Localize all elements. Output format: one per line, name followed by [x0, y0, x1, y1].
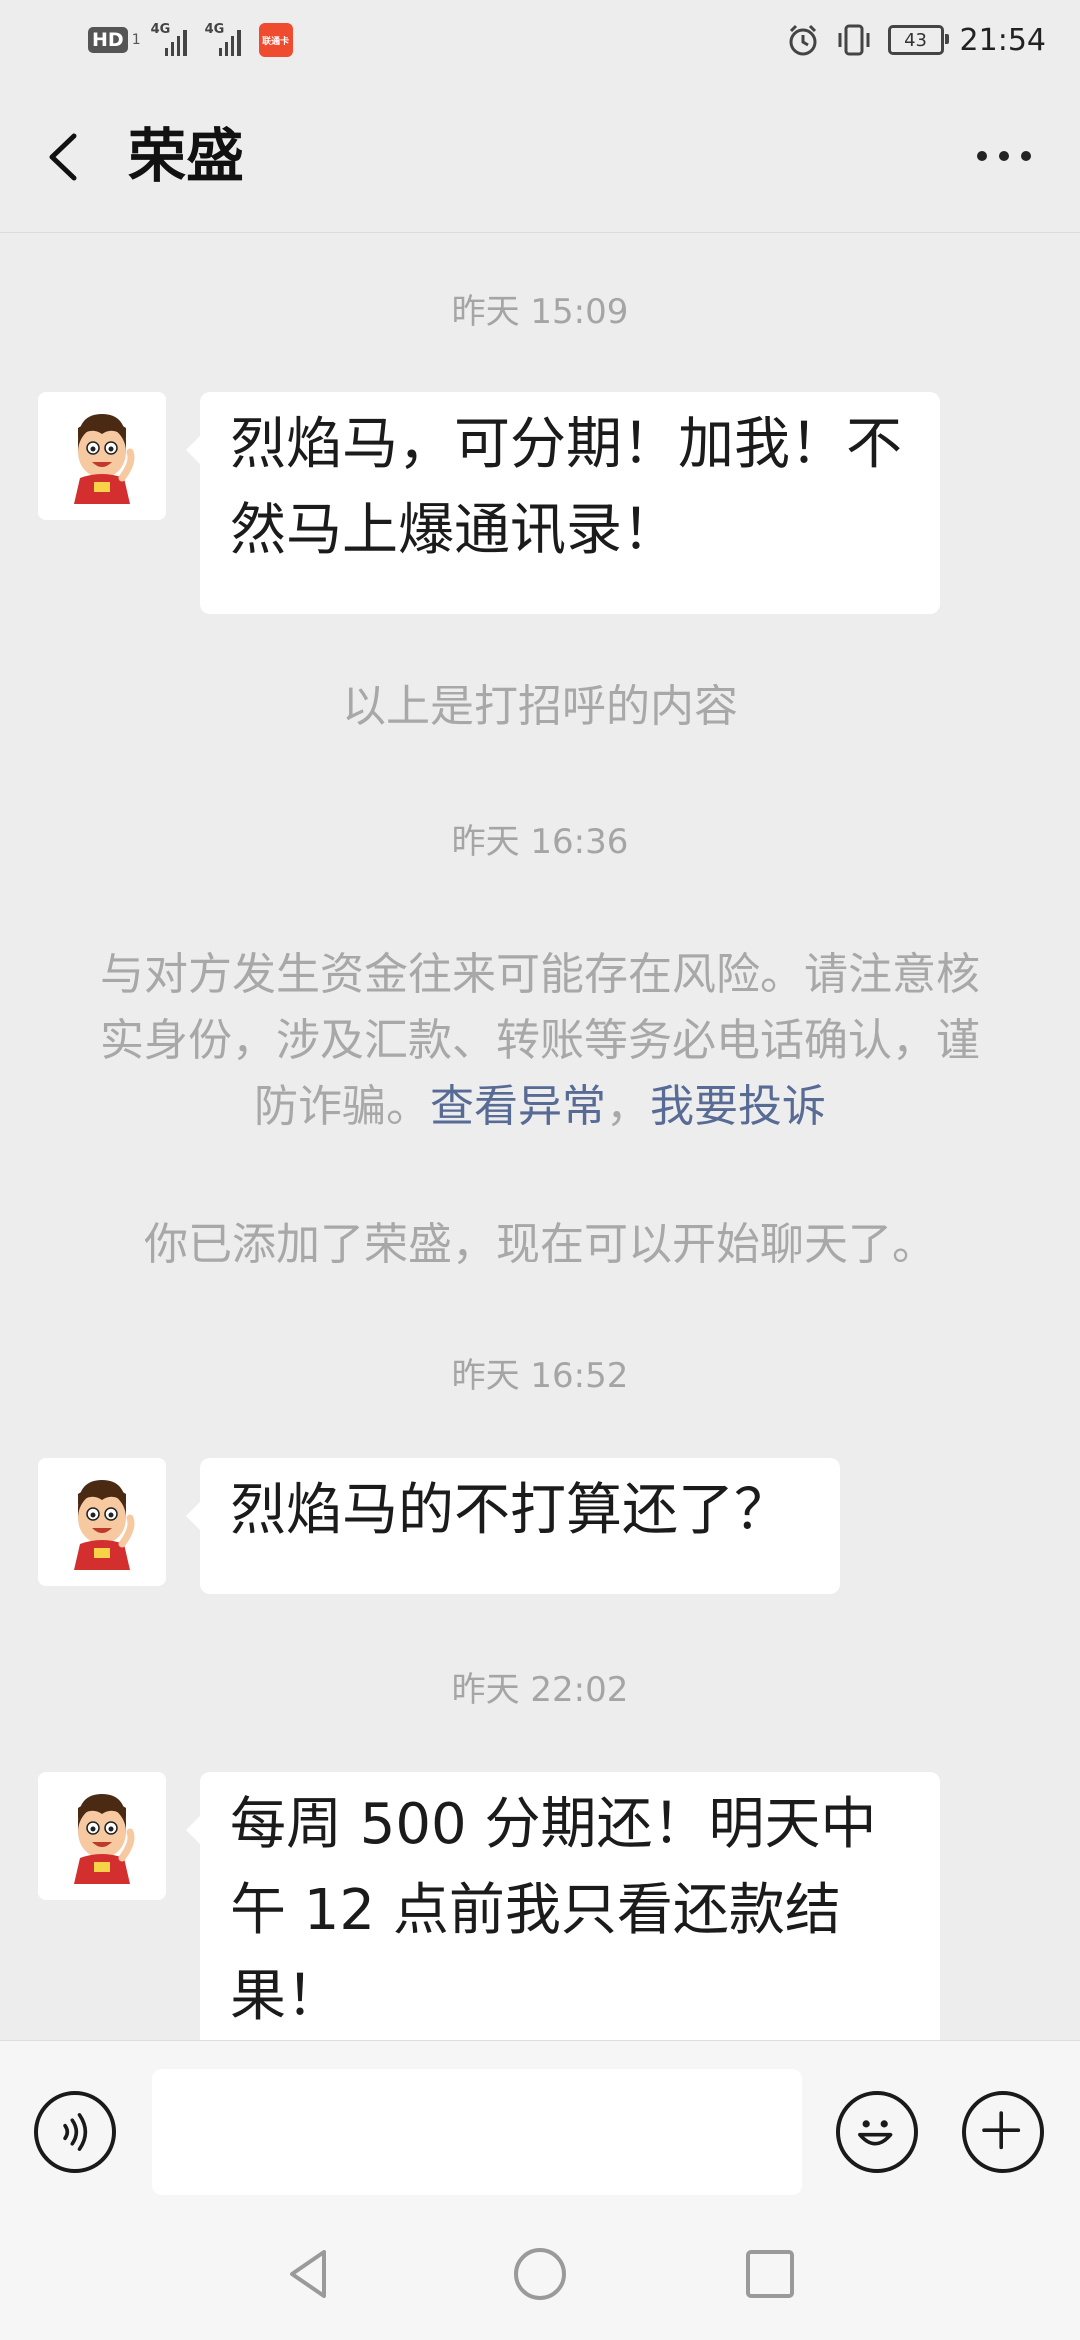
- message-bubble[interactable]: 每周 500 分期还！明天中午 12 点前我只看还款结果！: [186, 1772, 940, 2040]
- avatar[interactable]: [38, 1772, 166, 1900]
- back-arrow-icon[interactable]: [40, 122, 100, 192]
- more-dots-icon[interactable]: [964, 126, 1044, 186]
- message-list[interactable]: 昨天 15:09 烈焰马，可分期！加我！不然马上爆通讯录！ 以上是打招呼的内容 …: [0, 232, 1080, 2040]
- signal-icon-sim1: 4G: [150, 22, 187, 56]
- status-right-icons: 43 21:54: [786, 18, 1046, 62]
- nav-home-icon[interactable]: [512, 2246, 568, 2302]
- hd-icon: HD: [88, 27, 128, 53]
- cartoon-avatar-icon: [38, 1458, 166, 1586]
- cartoon-avatar-icon: [38, 1772, 166, 1900]
- avatar[interactable]: [38, 1458, 166, 1586]
- view-abnormal-link[interactable]: 查看异常: [430, 1081, 606, 1132]
- status-bar: HD 1 4G 4G 联通卡 43 21:54: [0, 0, 1080, 80]
- security-warning: 与对方发生资金往来可能存在风险。请注意核实身份，涉及汇款、转账等务必电话确认，谨…: [80, 942, 1000, 1140]
- timestamp: 昨天 15:09: [451, 292, 629, 332]
- timestamp: 昨天 22:02: [451, 1670, 629, 1710]
- timestamp: 昨天 16:36: [451, 822, 629, 862]
- network-type-label: 4G: [150, 22, 171, 37]
- battery-icon: 43: [887, 25, 949, 55]
- timestamp: 昨天 16:52: [451, 1356, 629, 1396]
- clock: 21:54: [959, 22, 1046, 58]
- hd-sub-label: 1: [131, 32, 141, 48]
- warning-separator: ，: [606, 1081, 650, 1132]
- status-left-icons: HD 1 4G 4G 联通卡: [88, 22, 293, 58]
- voice-icon[interactable]: [34, 2091, 116, 2173]
- nav-recents-icon[interactable]: [744, 2248, 796, 2300]
- greeting-note: 以上是打招呼的内容: [342, 681, 738, 732]
- vibrate-icon: [838, 24, 870, 56]
- message-input[interactable]: [152, 2069, 802, 2195]
- signal-icon-sim2: 4G: [204, 22, 241, 56]
- friend-added-note: 你已添加了荣盛，现在可以开始聊天了。: [144, 1219, 936, 1270]
- system-navigation-bar: [0, 2210, 1080, 2340]
- alarm-icon: [789, 24, 817, 56]
- message-bubble[interactable]: 烈焰马的不打算还了？: [186, 1458, 840, 1594]
- message-bubble[interactable]: 烈焰马，可分期！加我！不然马上爆通讯录！: [186, 392, 940, 614]
- emoji-icon[interactable]: [836, 2091, 918, 2173]
- carrier-app-icon: 联通卡: [258, 23, 293, 57]
- report-complaint-link[interactable]: 我要投诉: [650, 1081, 826, 1132]
- cartoon-avatar-icon: [38, 392, 166, 520]
- network-type-label: 4G: [204, 22, 225, 37]
- chat-header: 荣盛: [0, 80, 1080, 233]
- plus-icon[interactable]: [962, 2091, 1044, 2173]
- avatar[interactable]: [38, 392, 166, 520]
- nav-back-icon[interactable]: [284, 2244, 334, 2304]
- chat-title: 荣盛: [128, 122, 245, 190]
